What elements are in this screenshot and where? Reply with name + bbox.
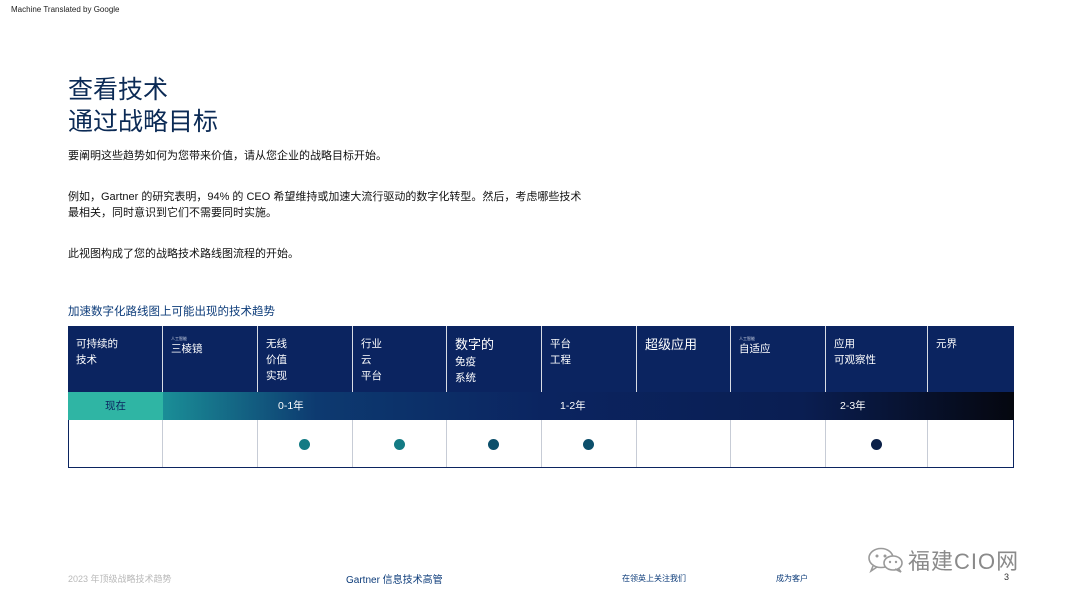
period-2-3-year: 2-3年: [840, 400, 866, 412]
trend-header-row: 可持续的 技术 人工智能 三棱镜 无线 价值 实现 行业云平台 数字的 免疫 系统 平台 工程 超级应用人…: [68, 326, 1014, 392]
trend-header-text: 系统: [455, 372, 476, 384]
timing-cell: [928, 420, 1013, 467]
timing-dot: [870, 438, 882, 450]
footer-gartner-link[interactable]: Gartner 信息技术高管: [346, 571, 443, 586]
watermark: 福建CIO网: [866, 544, 1019, 576]
trend-header-text: 技术: [76, 354, 97, 366]
roadmap-paragraph: 此视图构成了您的战略技术路线图流程的开始。: [68, 248, 299, 260]
trend-header-text: 平台: [361, 370, 382, 382]
trend-header-cell: 行业云平台: [353, 326, 447, 392]
footer-linkedin-link[interactable]: 在领英上关注我们: [622, 573, 686, 584]
example-paragraph-line-2: 最相关，同时意识到它们不需要同时实施。: [68, 207, 277, 219]
trend-header-text: 可观察性: [834, 354, 876, 366]
timing-cell: [69, 420, 163, 467]
section-heading: 加速数字化路线图上可能出现的技术趋势: [68, 306, 275, 318]
trend-header-text: 免疫: [455, 356, 476, 368]
timing-cell: [731, 420, 826, 467]
example-paragraph: 例如，Gartner 的研究表明，94% 的 CEO 希望维持或加速大流行驱动的…: [68, 189, 581, 221]
timing-dot-row: [68, 420, 1014, 468]
now-label: 现在: [68, 392, 163, 420]
timeline-row: 现在 0-1年 1-2年 2-3年: [68, 392, 1014, 420]
trend-header-text: 自适应: [739, 343, 771, 355]
trend-header-text: 云: [361, 354, 372, 366]
timing-cell: [826, 420, 928, 467]
trend-header-cell: 无线 价值 实现: [258, 326, 353, 392]
watermark-text: 福建CIO网: [908, 549, 1020, 574]
timing-cell: [447, 420, 542, 467]
timing-dot: [488, 438, 499, 450]
timing-cell: [542, 420, 637, 467]
intro-paragraph: 要阐明这些趋势如何为您带来价值，请从您企业的战略目标开始。: [68, 150, 387, 162]
trend-header-text: 三棱镜: [171, 343, 203, 355]
wechat-icon: [866, 546, 906, 574]
period-0-1-year: 0-1年: [278, 400, 304, 412]
timing-cell: [353, 420, 447, 467]
trend-roadmap-table: 可持续的 技术 人工智能 三棱镜 无线 价值 实现 行业云平台 数字的 免疫 系统 平台 工程 超级应用人…: [68, 326, 1014, 468]
timing-dot: [393, 438, 405, 450]
page-title-line-2: 通过战略目标: [68, 108, 219, 136]
trend-header-text: 平台: [550, 338, 571, 350]
trend-header-cell: 人工智能 自适应: [731, 326, 826, 392]
trend-header-cell: 数字的 免疫 系统: [447, 326, 542, 392]
page-title: 查看技术 通过战略目标: [68, 74, 218, 138]
trend-header-cell: 平台 工程: [542, 326, 637, 392]
footer-report-title: 2023 年顶级战略技术趋势: [68, 574, 172, 584]
footer-become-client-link[interactable]: 成为客户: [776, 573, 808, 584]
trend-header-text: 实现: [266, 370, 287, 382]
timing-dot: [583, 438, 594, 450]
trend-header-cell: 元界: [928, 326, 1014, 392]
trend-header-text: 超级应用: [645, 337, 698, 352]
trend-header-text: 行业: [361, 338, 382, 350]
trend-header-text: 数字的: [455, 337, 495, 352]
trend-header-text: 应用: [834, 338, 855, 350]
page-title-line-1: 查看技术: [68, 76, 169, 104]
trend-header-cell: 人工智能 三棱镜: [163, 326, 258, 392]
trend-header-text: 无线: [266, 338, 287, 350]
trend-header-cell: 可持续的 技术: [68, 326, 163, 392]
trend-header-cell: 应用 可观察性: [826, 326, 928, 392]
timing-cell: [258, 420, 353, 467]
timing-cell: [637, 420, 731, 467]
trend-header-text: 可持续的: [76, 338, 118, 350]
timing-cell: [163, 420, 258, 467]
machine-translated-label: Machine Translated by Google: [11, 5, 120, 14]
trend-header-cell: 超级应用: [637, 326, 731, 392]
timeline-bar: 0-1年 1-2年 2-3年: [163, 392, 1014, 420]
trend-header-text: 价值: [266, 354, 287, 366]
example-paragraph-line-1: 例如，Gartner 的研究表明，94% 的 CEO 希望维持或加速大流行驱动的…: [68, 191, 582, 203]
period-1-2-year: 1-2年: [560, 400, 586, 412]
timing-dot: [299, 438, 310, 450]
trend-header-text: 元界: [936, 338, 957, 350]
trend-header-text: 工程: [550, 354, 571, 366]
